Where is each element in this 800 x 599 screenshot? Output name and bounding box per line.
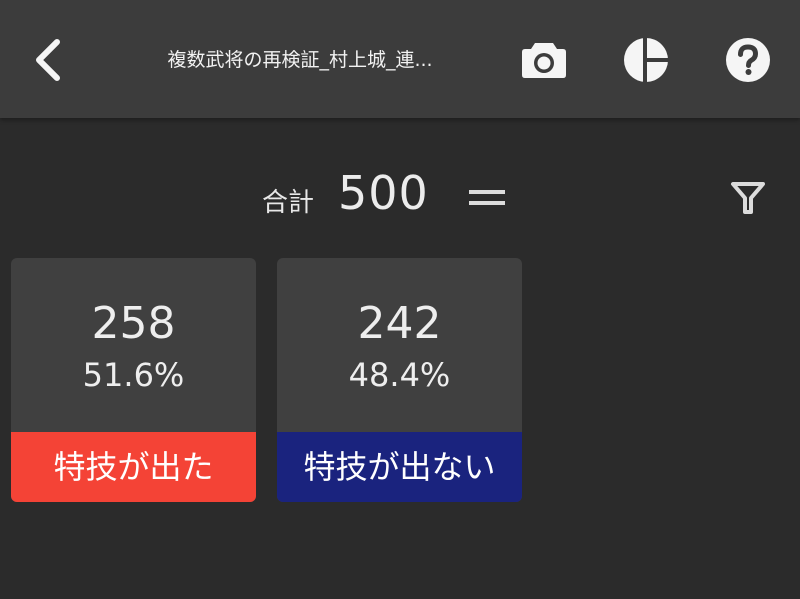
- summary-row: 合計 500: [0, 160, 800, 236]
- card-count: 242: [357, 298, 442, 349]
- total-label: 合計: [262, 188, 315, 218]
- top-bar: 複数武将の再検証_村上城_連...: [0, 0, 800, 118]
- chart-button[interactable]: [616, 30, 676, 90]
- filter-icon: [731, 182, 765, 214]
- pie-chart-icon: [624, 37, 669, 83]
- card-count: 258: [91, 298, 176, 349]
- result-card-skill-not-triggered[interactable]: 242 48.4% 特技が出ない: [277, 258, 522, 502]
- screenshot-button[interactable]: [514, 30, 574, 90]
- result-card-skill-triggered[interactable]: 258 51.6% 特技が出た: [11, 258, 256, 502]
- help-button[interactable]: [718, 30, 778, 90]
- total-value: 500: [338, 166, 429, 220]
- help-icon: [726, 38, 770, 82]
- card-percent: 51.6%: [82, 356, 185, 394]
- page-title: 複数武将の再検証_村上城_連...: [167, 49, 433, 71]
- equals-icon: [469, 190, 505, 205]
- card-label: 特技が出ない: [277, 432, 522, 502]
- card-label: 特技が出た: [11, 432, 256, 502]
- app-screen: 複数武将の再検証_村上城_連... 合計 500 258 51.6% 特技が出た…: [0, 0, 800, 599]
- back-button[interactable]: [20, 30, 76, 90]
- filter-button[interactable]: [722, 174, 774, 222]
- camera-icon: [522, 43, 566, 78]
- chevron-left-icon: [36, 39, 60, 81]
- card-percent: 48.4%: [348, 356, 451, 394]
- sort-button[interactable]: [462, 174, 512, 222]
